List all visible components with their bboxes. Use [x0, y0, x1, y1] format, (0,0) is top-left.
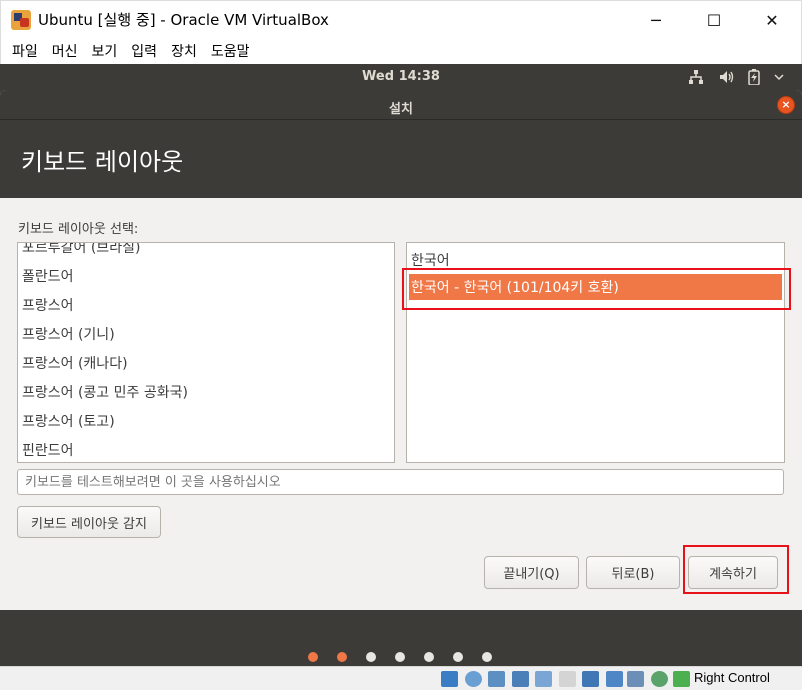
- chevron-down-icon: [774, 74, 784, 81]
- cpu-icon[interactable]: [627, 671, 644, 687]
- layout-list[interactable]: 포르투갈어 (브라질) 폴란드어 프랑스어 프랑스어 (기니) 프랑스어 (캐나…: [17, 242, 395, 463]
- menu-machine[interactable]: 머신: [52, 41, 78, 61]
- vbox-statusbar: Right Control: [0, 666, 802, 690]
- shared-folder-icon[interactable]: [559, 671, 576, 687]
- progress-dot: [424, 652, 434, 662]
- menu-view[interactable]: 보기: [92, 41, 118, 61]
- progress-dot: [337, 652, 347, 662]
- guest-screen: Wed 14:38 설치 × 키보드 레이아웃 키보드 레이아웃 선택: 포르투…: [0, 64, 802, 666]
- mouse-integration-icon[interactable]: [651, 671, 668, 687]
- window-controls: ─ ☐ ✕: [627, 1, 801, 39]
- menu-devices[interactable]: 장치: [171, 41, 197, 61]
- step-progress: [0, 652, 802, 662]
- minimize-button[interactable]: ─: [627, 1, 685, 39]
- progress-dot: [453, 652, 463, 662]
- highlight-box-continue: [683, 545, 789, 594]
- installer-close-button[interactable]: ×: [777, 96, 795, 114]
- network-adapter-icon[interactable]: [512, 671, 529, 687]
- progress-dot: [366, 652, 376, 662]
- progress-dot: [395, 652, 405, 662]
- installer-title: 설치: [389, 102, 413, 117]
- close-button[interactable]: ✕: [743, 1, 801, 39]
- recording-icon[interactable]: [606, 671, 623, 687]
- layout-select-label: 키보드 레이아웃 선택:: [18, 222, 139, 237]
- installer-window: 설치 × 키보드 레이아웃 키보드 레이아웃 선택: 포르투갈어 (브라질) 폴…: [0, 90, 802, 610]
- harddisk-icon[interactable]: [441, 671, 458, 687]
- battery-icon: [748, 69, 760, 85]
- list-item[interactable]: 프랑스어 (토고): [22, 411, 115, 431]
- display-icon[interactable]: [582, 671, 599, 687]
- network-icon: [689, 70, 703, 84]
- page-title: 키보드 레이아웃: [21, 148, 184, 176]
- list-item[interactable]: 핀란드어: [22, 440, 74, 460]
- installer-titlebar: 설치 ×: [0, 90, 802, 120]
- list-item[interactable]: 포르투갈어 (브라질): [22, 243, 140, 257]
- usb-icon[interactable]: [535, 671, 552, 687]
- guest-topbar: Wed 14:38: [0, 64, 802, 90]
- list-item[interactable]: 프랑스어 (기니): [22, 324, 115, 344]
- maximize-button[interactable]: ☐: [685, 1, 743, 39]
- keyboard-test-input[interactable]: [17, 469, 784, 495]
- keyboard-capture-icon[interactable]: [673, 671, 690, 687]
- audio-icon[interactable]: [488, 671, 505, 687]
- detect-layout-button[interactable]: 키보드 레이아웃 감지: [17, 506, 161, 538]
- optical-drive-icon[interactable]: [465, 671, 482, 687]
- vbox-menubar: 파일 머신 보기 입력 장치 도움말: [0, 38, 802, 64]
- window-title: Ubuntu [실행 중] - Oracle VM VirtualBox: [38, 11, 329, 29]
- menu-input[interactable]: 입력: [131, 41, 157, 61]
- menu-help[interactable]: 도움말: [211, 41, 250, 61]
- virtualbox-icon: [11, 9, 31, 30]
- progress-dot: [482, 652, 492, 662]
- progress-dot: [308, 652, 318, 662]
- back-button[interactable]: 뒤로(B): [586, 556, 680, 589]
- quit-button[interactable]: 끝내기(Q): [484, 556, 579, 589]
- list-item[interactable]: 프랑스어 (콩고 민주 공화국): [22, 382, 188, 402]
- installer-header: 키보드 레이아웃: [0, 120, 802, 198]
- list-item[interactable]: 폴란드어: [22, 266, 74, 286]
- list-item[interactable]: 프랑스어: [22, 295, 74, 315]
- list-item[interactable]: 프랑스어 (캐나다): [22, 353, 128, 373]
- list-item[interactable]: 한국어: [411, 250, 450, 270]
- volume-icon: [720, 71, 734, 83]
- system-tray[interactable]: [688, 69, 784, 85]
- host-key-label: Right Control: [694, 670, 770, 685]
- highlight-box-selected-layout: [402, 268, 791, 310]
- menu-file[interactable]: 파일: [12, 41, 38, 61]
- clock[interactable]: Wed 14:38: [0, 69, 802, 84]
- window-titlebar: Ubuntu [실행 중] - Oracle VM VirtualBox ─ ☐…: [0, 0, 802, 38]
